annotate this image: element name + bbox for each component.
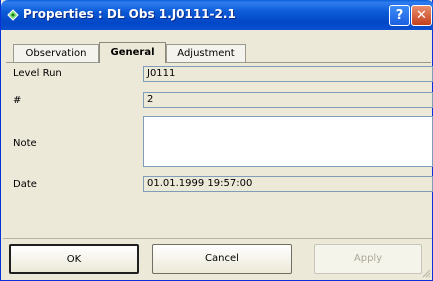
window-title: Properties : DL Obs 1.J0111-2.1 — [23, 7, 236, 21]
properties-dialog: Properties : DL Obs 1.J0111-2.1 ? ✕ Obse… — [0, 0, 433, 281]
date-field[interactable]: 01.01.1999 19:57:00 — [143, 176, 433, 192]
note-field[interactable] — [143, 116, 433, 167]
cancel-button[interactable]: Cancel — [152, 244, 292, 274]
close-button[interactable]: ✕ — [411, 5, 432, 26]
tab-divider — [6, 62, 431, 63]
note-label: Note — [13, 138, 37, 149]
ok-button[interactable]: OK — [9, 244, 139, 274]
tab-observation[interactable]: Observation — [13, 44, 99, 62]
help-button[interactable]: ? — [389, 5, 410, 26]
help-icon: ? — [395, 8, 404, 23]
number-field[interactable]: 2 — [143, 92, 433, 108]
tab-adjustment[interactable]: Adjustment — [166, 44, 246, 62]
level-run-label: Level Run — [13, 68, 62, 79]
level-run-field[interactable]: J0111 — [143, 66, 433, 82]
app-diamond-icon — [7, 9, 19, 21]
number-label: # — [13, 95, 22, 106]
tab-general[interactable]: General — [99, 42, 166, 63]
close-icon: ✕ — [416, 8, 427, 23]
resize-grip-icon[interactable] — [421, 268, 431, 278]
apply-button[interactable]: Apply — [314, 244, 422, 274]
date-label: Date — [13, 179, 37, 190]
title-bar[interactable]: Properties : DL Obs 1.J0111-2.1 ? ✕ — [1, 0, 433, 30]
